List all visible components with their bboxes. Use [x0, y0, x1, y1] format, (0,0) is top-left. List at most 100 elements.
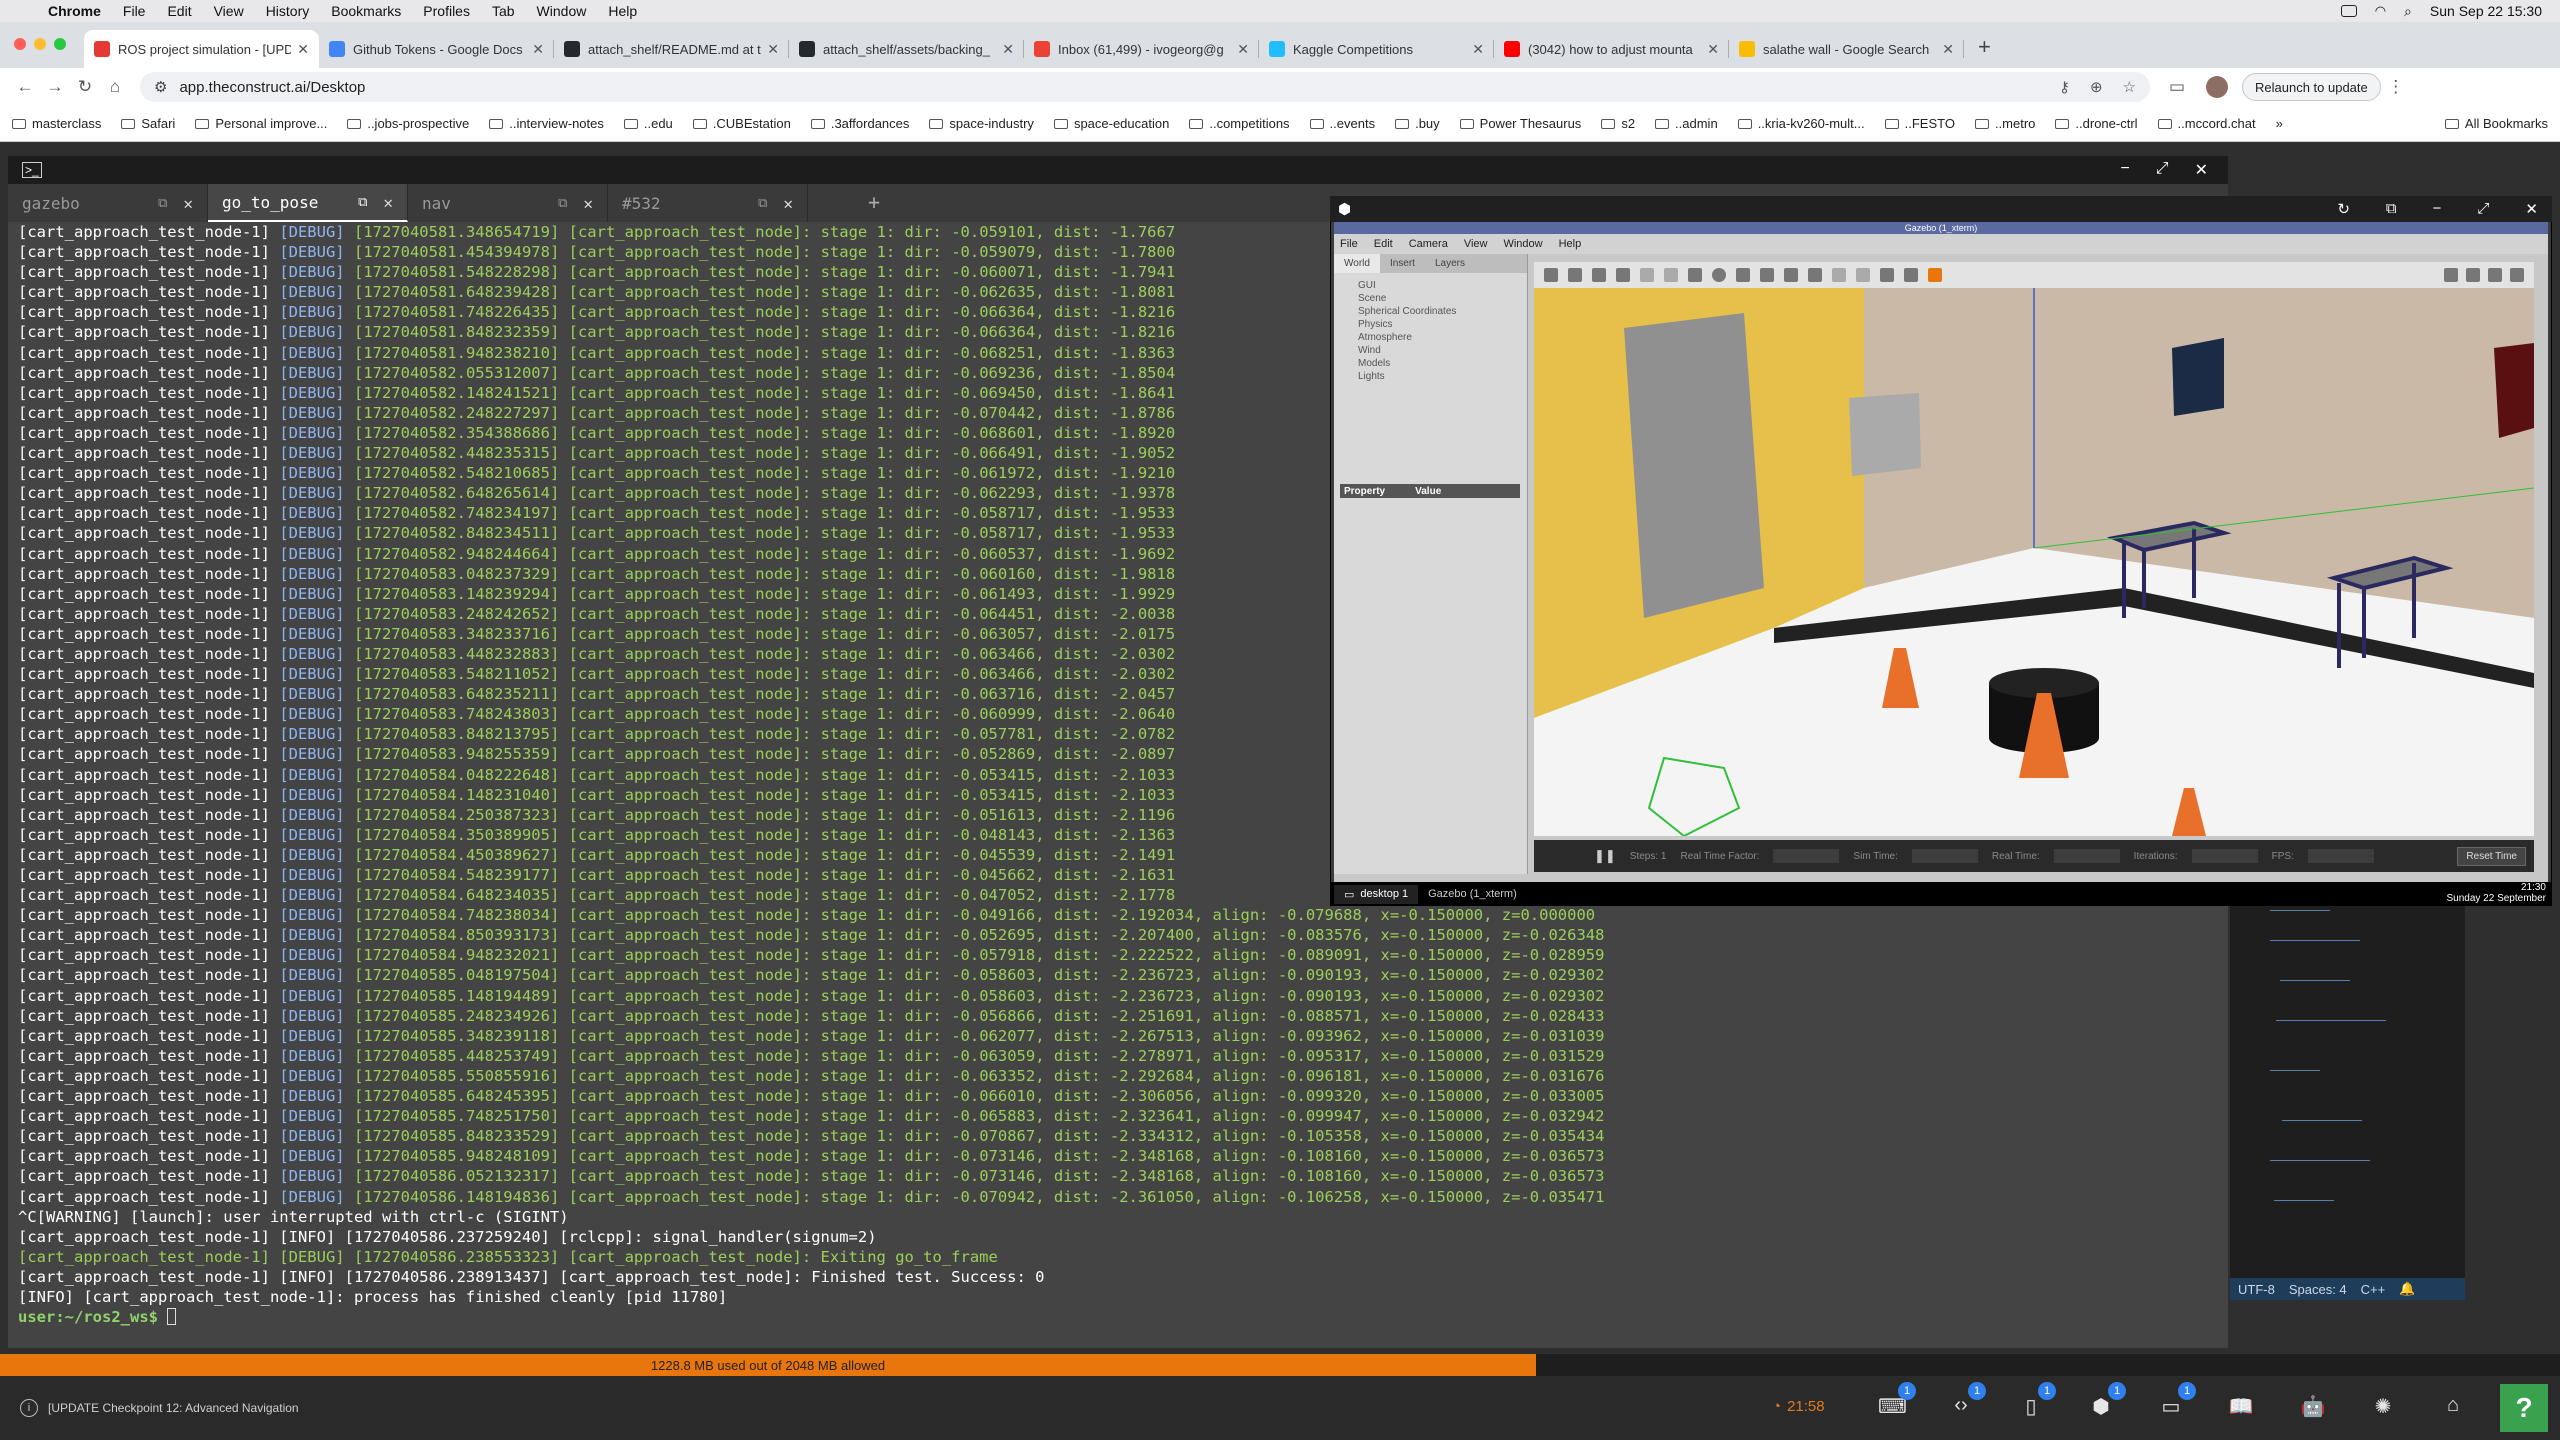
close-tab-icon[interactable]: ✕: [297, 41, 309, 58]
menu-item-view[interactable]: View: [214, 3, 244, 19]
minimize-window-button[interactable]: [34, 38, 46, 50]
bookmark-item[interactable]: ..admin: [1655, 116, 1718, 131]
home-icon[interactable]: ⌂: [100, 77, 130, 97]
record-icon[interactable]: [1928, 268, 1942, 282]
battery-icon[interactable]: [2340, 5, 2357, 17]
datetime[interactable]: Sun Sep 22 15:30: [2430, 3, 2542, 19]
minimize-icon[interactable]: −: [2120, 160, 2129, 180]
wifi-icon[interactable]: ◠: [2375, 3, 2386, 19]
box-shape-icon[interactable]: [1688, 268, 1702, 282]
encoding-status[interactable]: UTF-8: [2238, 1282, 2275, 1297]
menu-item-history[interactable]: History: [266, 3, 310, 19]
close-icon[interactable]: ✕: [783, 194, 793, 213]
browser-tab[interactable]: (3042) how to adjust mounta ✕: [1494, 30, 1729, 68]
video-icon[interactable]: [2510, 268, 2524, 282]
spot-light-icon[interactable]: [1808, 268, 1822, 282]
browser-tab[interactable]: salathe wall - Google Search ✕: [1729, 30, 1964, 68]
paste-icon[interactable]: [1856, 268, 1870, 282]
bookmarks-overflow-icon[interactable]: »: [2276, 116, 2283, 131]
gazebo-task[interactable]: Gazebo (1_xterm): [1418, 885, 1527, 903]
gazebo-menu-file[interactable]: File: [1340, 238, 1358, 250]
scale-tool-icon[interactable]: [1616, 268, 1630, 282]
zoom-icon[interactable]: ⊕: [2090, 78, 2103, 96]
book-icon[interactable]: 📖: [2228, 1394, 2254, 1420]
world-tree-item[interactable]: Physics: [1358, 318, 1527, 331]
menu-item-window[interactable]: Window: [537, 3, 587, 19]
forward-icon[interactable]: →: [40, 77, 70, 97]
bookmark-item[interactable]: .buy: [1395, 116, 1440, 131]
bookmark-item[interactable]: ..mccord.chat: [2157, 116, 2256, 131]
world-tree-item[interactable]: Wind: [1358, 344, 1527, 357]
menu-item-file[interactable]: File: [123, 3, 146, 19]
bookmark-item[interactable]: masterclass: [12, 116, 101, 131]
bookmark-item[interactable]: ..interview-notes: [489, 116, 604, 131]
world-tree-item[interactable]: Models: [1358, 357, 1527, 370]
menu-item-profiles[interactable]: Profiles: [423, 3, 470, 19]
language-status[interactable]: C++: [2361, 1282, 2386, 1297]
steps-label[interactable]: Steps: 1: [1630, 851, 1667, 862]
close-icon[interactable]: ✕: [383, 193, 393, 212]
world-tree-item[interactable]: Spherical Coordinates: [1358, 305, 1527, 318]
new-tab-button[interactable]: +: [1978, 34, 1991, 60]
gazebo-tab-layers[interactable]: Layers: [1425, 254, 1475, 273]
gazebo-tab-world[interactable]: World: [1334, 254, 1380, 273]
world-tree-item[interactable]: Lights: [1358, 370, 1527, 383]
menu-kebab-icon[interactable]: ⋮: [2381, 77, 2411, 97]
snap-icon[interactable]: [1904, 268, 1918, 282]
close-tab-icon[interactable]: ✕: [1942, 41, 1954, 58]
close-tab-icon[interactable]: ✕: [1472, 41, 1484, 58]
bookmark-item[interactable]: .3affordances: [810, 116, 909, 131]
menu-item-bookmarks[interactable]: Bookmarks: [331, 3, 401, 19]
open-external-icon[interactable]: ⧉: [358, 195, 367, 210]
screenshot-icon[interactable]: [2444, 268, 2458, 282]
log-icon[interactable]: [2466, 268, 2480, 282]
bookmark-item[interactable]: ..jobs-prospective: [347, 116, 469, 131]
cylinder-shape-icon[interactable]: [1736, 268, 1750, 282]
reset-time-button[interactable]: Reset Time: [2457, 846, 2526, 866]
sphere-shape-icon[interactable]: [1712, 268, 1726, 282]
terminal-tab-4[interactable]: #532 ⧉ ✕: [608, 184, 808, 222]
close-tab-icon[interactable]: ✕: [1237, 41, 1249, 58]
close-icon[interactable]: ✕: [2195, 160, 2208, 180]
robot-icon[interactable]: 🤖: [2300, 1394, 2326, 1420]
help-button[interactable]: ?: [2500, 1384, 2548, 1432]
bookmark-item[interactable]: s2: [1601, 116, 1635, 131]
translate-tool-icon[interactable]: [1568, 268, 1582, 282]
world-tree-item[interactable]: GUI: [1358, 279, 1527, 292]
browser-tab[interactable]: attach_shelf/assets/backing_ ✕: [789, 30, 1024, 68]
gazebo-menu-window[interactable]: Window: [1503, 238, 1542, 250]
bell-icon[interactable]: 🔔: [2399, 1281, 2415, 1297]
gazebo-menu-edit[interactable]: Edit: [1374, 238, 1393, 250]
bookmark-item[interactable]: Personal improve...: [195, 116, 327, 131]
gazebo-tab-insert[interactable]: Insert: [1380, 254, 1425, 273]
gazebo-tool-icon[interactable]: ⬢ 1: [2088, 1382, 2126, 1420]
close-window-button[interactable]: [14, 38, 26, 50]
notebook-icon[interactable]: ▯ 1: [2018, 1382, 2056, 1420]
site-info-icon[interactable]: ⚙: [154, 78, 167, 96]
gazebo-menu-camera[interactable]: Camera: [1409, 238, 1448, 250]
plot-icon[interactable]: [2488, 268, 2502, 282]
close-icon[interactable]: ✕: [183, 194, 193, 213]
bookmark-item[interactable]: space-education: [1053, 116, 1169, 131]
close-tab-icon[interactable]: ✕: [767, 41, 779, 58]
profile-avatar[interactable]: [2206, 76, 2228, 98]
bookmark-item[interactable]: ..events: [1309, 116, 1375, 131]
code-editor-icon[interactable]: ‹› 1: [1948, 1382, 1986, 1420]
gazebo-3d-viewport[interactable]: [1534, 288, 2534, 836]
pause-icon[interactable]: ❚❚: [1594, 848, 1616, 864]
bookmark-item[interactable]: ..kria-kv260-mult...: [1737, 116, 1865, 131]
home-icon[interactable]: ⌂: [2440, 1394, 2466, 1420]
bookmark-item[interactable]: ..edu: [623, 116, 673, 131]
indent-status[interactable]: Spaces: 4: [2289, 1282, 2347, 1297]
terminal-tab-1[interactable]: gazebo ⧉ ✕: [8, 184, 208, 222]
browser-tab[interactable]: attach_shelf/README.md at t ✕: [554, 30, 789, 68]
menu-item-edit[interactable]: Edit: [167, 3, 191, 19]
rotate-tool-icon[interactable]: [1592, 268, 1606, 282]
bookmark-item[interactable]: space-industry: [929, 116, 1034, 131]
reload-icon[interactable]: ↻: [70, 77, 100, 97]
zoom-window-button[interactable]: [54, 38, 66, 50]
info-icon[interactable]: i: [20, 1399, 38, 1417]
sun-light-icon[interactable]: [1760, 268, 1774, 282]
desktop-switcher[interactable]: ▭ desktop 1: [1334, 884, 1419, 904]
desktop-tool-icon[interactable]: ▭ 1: [2158, 1382, 2196, 1420]
